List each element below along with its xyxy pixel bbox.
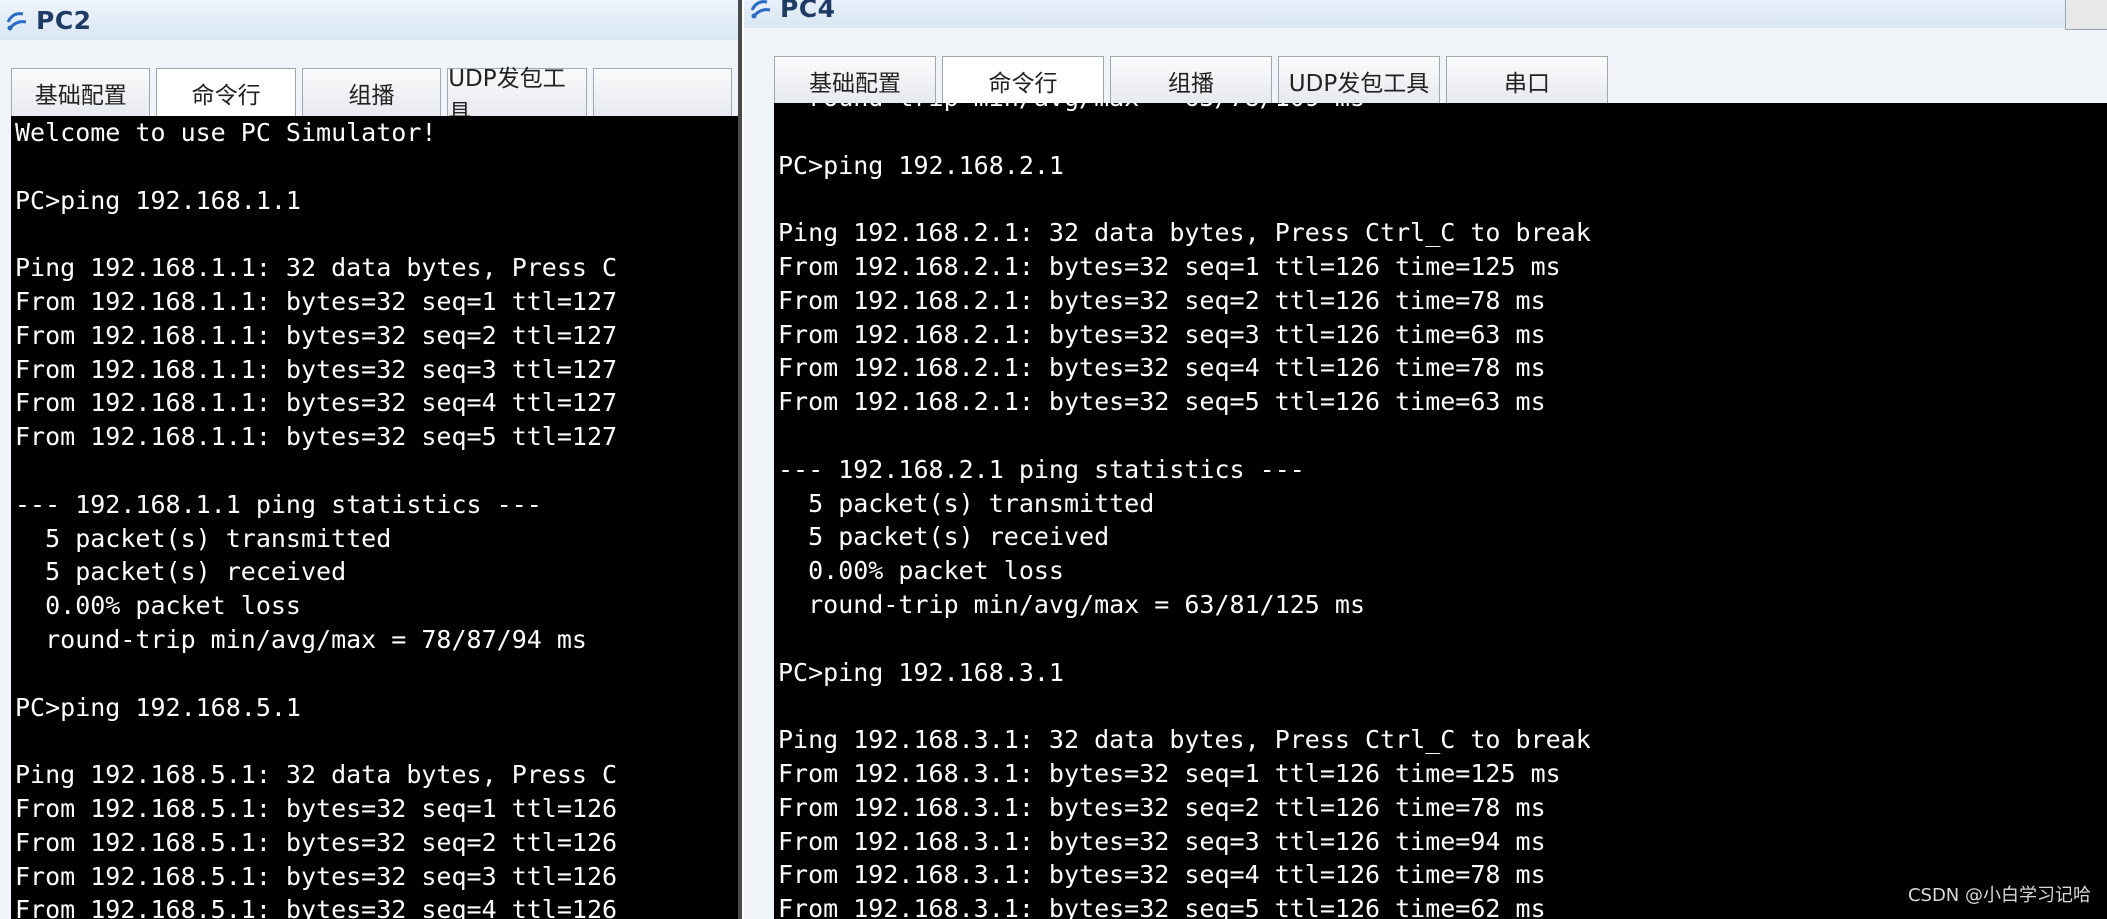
terminal-line: From 192.168.1.1: bytes=32 seq=1 ttl=127 bbox=[15, 286, 618, 316]
pc2-tab-basic-config[interactable]: 基础配置 bbox=[11, 68, 151, 116]
terminal-line: round-trip min/avg/max = 78/87/94 ms bbox=[15, 624, 587, 654]
terminal-line: 5 packet(s) transmitted bbox=[778, 488, 1155, 518]
terminal-line: PC>ping 192.168.2.1 bbox=[778, 150, 1064, 180]
terminal-line: round-trip min/avg/max = 63/78/109 ms bbox=[778, 103, 2105, 115]
pc4-window: PC4 基础配置 命令行 组播 UDP发包工具 串口 round-trip mi… bbox=[742, 0, 2107, 919]
terminal-line: round-trip min/avg/max = 63/81/125 ms bbox=[778, 589, 1365, 619]
terminal-line: PC>ping 192.168.3.1 bbox=[778, 657, 1064, 687]
terminal-line: From 192.168.3.1: bytes=32 seq=4 ttl=126… bbox=[778, 860, 1546, 890]
pc2-tab-multicast[interactable]: 组播 bbox=[301, 68, 442, 116]
pc4-tab-serial[interactable]: 串口 bbox=[1446, 56, 1608, 104]
pc4-tab-command-line[interactable]: 命令行 bbox=[942, 56, 1104, 104]
pc4-tab-multicast[interactable]: 组播 bbox=[1110, 56, 1272, 104]
network-pc-icon bbox=[748, 0, 774, 21]
pc4-window-control-button[interactable] bbox=[2065, 0, 2107, 30]
pc2-window: PC2 基础配置 命令行 组播 UDP发包工具 Welcome to use P… bbox=[0, 0, 742, 919]
pc4-titlebar[interactable]: PC4 bbox=[744, 0, 2107, 28]
pc2-tab-overflow[interactable] bbox=[592, 68, 733, 116]
pc4-terminal[interactable]: round-trip min/avg/max = 63/78/109 ms PC>… bbox=[774, 103, 2107, 919]
terminal-line: 0.00% packet loss bbox=[778, 556, 1064, 586]
pc4-title: PC4 bbox=[780, 0, 836, 23]
terminal-line: From 192.168.1.1: bytes=32 seq=5 ttl=127 bbox=[15, 422, 618, 452]
pc2-tab-udp-tool[interactable]: UDP发包工具 bbox=[447, 66, 587, 126]
pc2-titlebar[interactable]: PC2 bbox=[0, 0, 738, 40]
terminal-line: Ping 192.168.2.1: 32 data bytes, Press C… bbox=[778, 218, 1591, 248]
terminal-line: 5 packet(s) received bbox=[15, 557, 347, 587]
terminal-line: PC>ping 192.168.5.1 bbox=[15, 692, 301, 722]
terminal-line: PC>ping 192.168.1.1 bbox=[15, 185, 301, 215]
pc2-title: PC2 bbox=[36, 5, 92, 35]
terminal-line: Ping 192.168.3.1: 32 data bytes, Press C… bbox=[778, 725, 1591, 755]
watermark: CSDN @小白学习记哈 bbox=[1907, 885, 2091, 906]
terminal-line: --- 192.168.1.1 ping statistics --- bbox=[15, 489, 542, 519]
terminal-line: From 192.168.5.1: bytes=32 seq=4 ttl=126 bbox=[15, 895, 618, 919]
network-pc-icon bbox=[4, 7, 30, 33]
terminal-line: Welcome to use PC Simulator! bbox=[15, 118, 437, 147]
terminal-line: From 192.168.5.1: bytes=32 seq=1 ttl=126 bbox=[15, 793, 618, 823]
terminal-line: From 192.168.1.1: bytes=32 seq=4 ttl=127 bbox=[15, 388, 618, 418]
terminal-line: Ping 192.168.5.1: 32 data bytes, Press C bbox=[15, 760, 618, 790]
terminal-line: Ping 192.168.1.1: 32 data bytes, Press C bbox=[15, 253, 618, 283]
terminal-line: 5 packet(s) received bbox=[778, 522, 1110, 552]
terminal-line: From 192.168.3.1: bytes=32 seq=1 ttl=126… bbox=[778, 758, 1561, 788]
terminal-line: From 192.168.2.1: bytes=32 seq=5 ttl=126… bbox=[778, 387, 1546, 417]
terminal-line: From 192.168.3.1: bytes=32 seq=5 ttl=126… bbox=[778, 894, 1546, 919]
pc4-tabstrip: 基础配置 命令行 组播 UDP发包工具 串口 bbox=[744, 52, 2107, 104]
pc4-tab-udp-tool[interactable]: UDP发包工具 bbox=[1278, 56, 1440, 104]
terminal-line: From 192.168.2.1: bytes=32 seq=4 ttl=126… bbox=[778, 353, 1546, 383]
terminal-line: From 192.168.1.1: bytes=32 seq=2 ttl=127 bbox=[15, 320, 618, 350]
pc2-terminal[interactable]: Welcome to use PC Simulator! PC>ping 192.… bbox=[11, 116, 738, 919]
terminal-line: 0.00% packet loss bbox=[15, 591, 301, 621]
terminal-line: From 192.168.2.1: bytes=32 seq=2 ttl=126… bbox=[778, 285, 1546, 315]
pc4-tab-basic-config[interactable]: 基础配置 bbox=[774, 56, 936, 104]
terminal-line: From 192.168.3.1: bytes=32 seq=2 ttl=126… bbox=[778, 792, 1546, 822]
pc2-tab-command-line[interactable]: 命令行 bbox=[156, 68, 296, 116]
terminal-line: From 192.168.5.1: bytes=32 seq=2 ttl=126 bbox=[15, 827, 618, 857]
pc2-tabstrip: 基础配置 命令行 组播 UDP发包工具 bbox=[0, 64, 738, 126]
terminal-line: From 192.168.3.1: bytes=32 seq=3 ttl=126… bbox=[778, 826, 1546, 856]
terminal-line: 5 packet(s) transmitted bbox=[15, 523, 392, 553]
terminal-line: From 192.168.5.1: bytes=32 seq=3 ttl=126 bbox=[15, 861, 618, 891]
terminal-line: From 192.168.2.1: bytes=32 seq=1 ttl=126… bbox=[778, 251, 1561, 281]
terminal-line: From 192.168.1.1: bytes=32 seq=3 ttl=127 bbox=[15, 354, 618, 384]
terminal-line: --- 192.168.2.1 ping statistics --- bbox=[778, 454, 1305, 484]
terminal-line: From 192.168.2.1: bytes=32 seq=3 ttl=126… bbox=[778, 319, 1546, 349]
